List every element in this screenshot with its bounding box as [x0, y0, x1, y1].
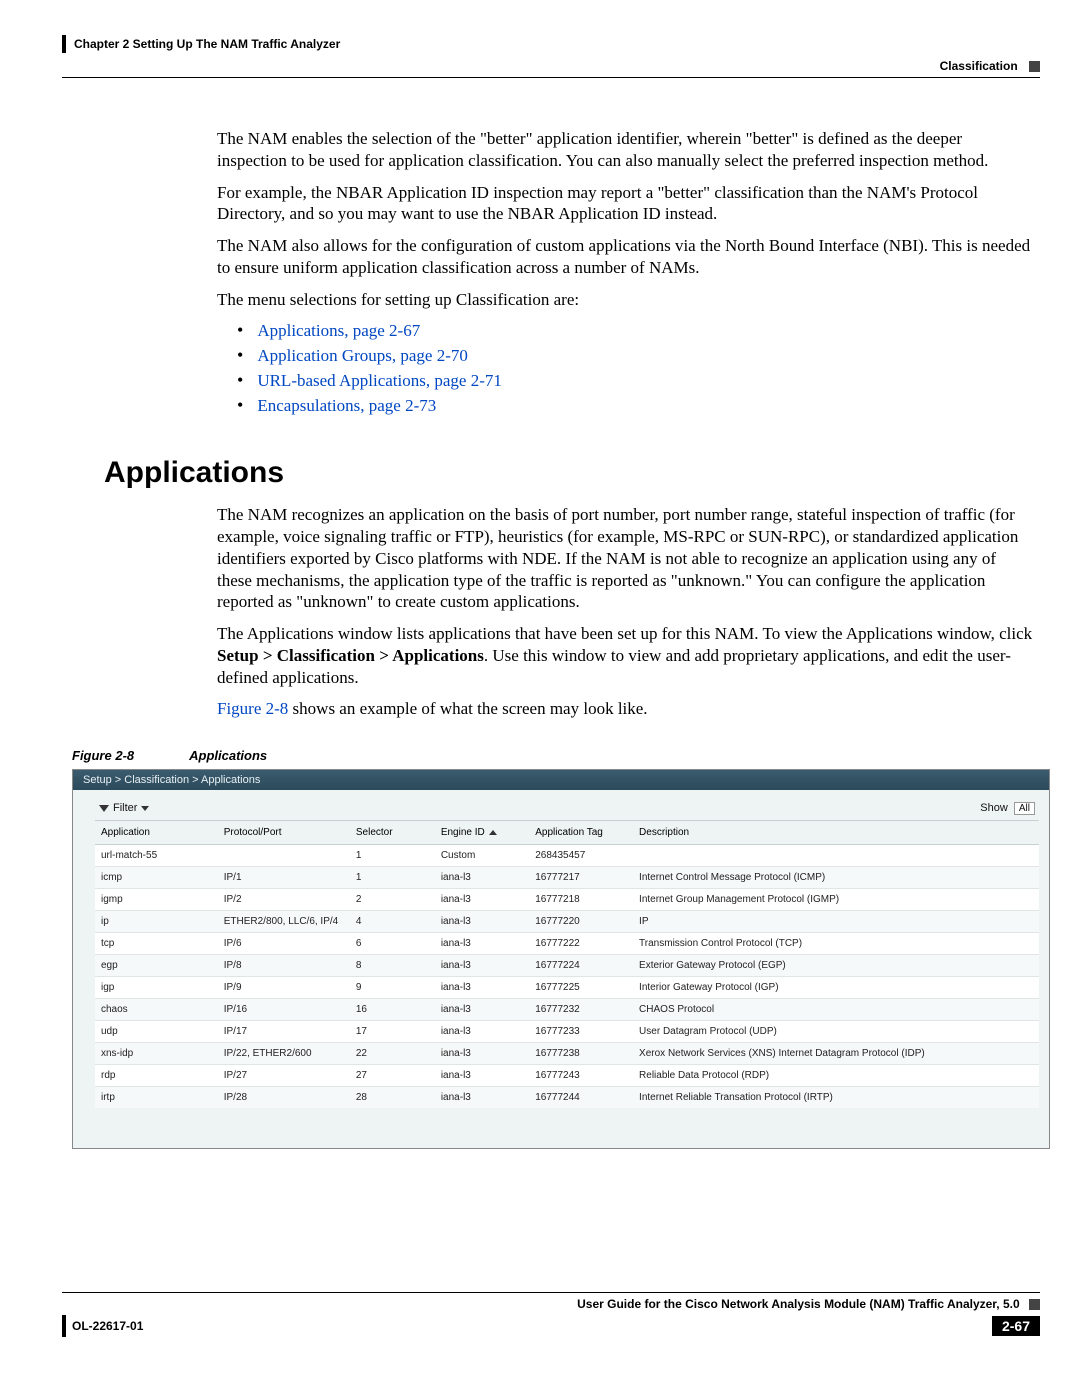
apps-p3: Figure 2-8 shows an example of what the …	[217, 698, 1035, 720]
applications-table: Application Protocol/Port Selector Engin…	[95, 821, 1039, 1108]
footer-left-bar	[62, 1315, 66, 1337]
header-chapter-line: Chapter 2 Setting Up The NAM Traffic Ana…	[62, 35, 1040, 53]
col-engine-id[interactable]: Engine ID	[435, 821, 529, 845]
links-list: Applications, page 2-67 Application Grou…	[237, 320, 1035, 416]
header-section-line: Classification	[62, 59, 1040, 73]
footer-rule	[62, 1292, 1040, 1293]
breadcrumb: Setup > Classification > Applications	[73, 770, 1049, 790]
link-url-based-applications[interactable]: URL-based Applications, page 2-71	[257, 371, 502, 390]
header-left-bar	[62, 35, 66, 53]
funnel-icon	[99, 805, 109, 812]
table-row[interactable]: irtpIP/2828iana-l316777244Internet Relia…	[95, 1087, 1039, 1109]
show-select[interactable]: All	[1014, 802, 1035, 815]
header-rule	[62, 77, 1040, 78]
apps-p2: The Applications window lists applicatio…	[217, 623, 1035, 688]
intro-p1: The NAM enables the selection of the "be…	[217, 128, 1035, 172]
footer-square-icon	[1029, 1299, 1040, 1310]
table-row[interactable]: ipETHER2/800, LLC/6, IP/44iana-l31677722…	[95, 911, 1039, 933]
table-row[interactable]: chaosIP/1616iana-l316777232CHAOS Protoco…	[95, 999, 1039, 1021]
apps-p1: The NAM recognizes an application on the…	[217, 504, 1035, 613]
table-row[interactable]: igmpIP/22iana-l316777218Internet Group M…	[95, 889, 1039, 911]
link-applications[interactable]: Applications, page 2-67	[257, 321, 420, 340]
link-encapsulations[interactable]: Encapsulations, page 2-73	[257, 396, 436, 415]
intro-p3: The NAM also allows for the configuratio…	[217, 235, 1035, 279]
applications-screenshot: Setup > Classification > Applications Fi…	[72, 769, 1050, 1149]
col-selector[interactable]: Selector	[350, 821, 435, 845]
filter-button[interactable]: Filter	[99, 802, 149, 814]
sort-asc-icon	[489, 830, 497, 835]
footer-guide-title: User Guide for the Cisco Network Analysi…	[577, 1297, 1020, 1311]
table-row[interactable]: rdpIP/2727iana-l316777243Reliable Data P…	[95, 1065, 1039, 1087]
heading-applications: Applications	[104, 456, 1040, 490]
header-section: Classification	[940, 59, 1018, 73]
table-row[interactable]: igpIP/99iana-l316777225Interior Gateway …	[95, 977, 1039, 999]
header-chapter: Chapter 2 Setting Up The NAM Traffic Ana…	[74, 37, 340, 51]
page-number: 2-67	[992, 1316, 1040, 1336]
chevron-down-icon	[141, 806, 149, 811]
link-application-groups[interactable]: Application Groups, page 2-70	[257, 346, 468, 365]
col-protocol-port[interactable]: Protocol/Port	[218, 821, 350, 845]
table-row[interactable]: egpIP/88iana-l316777224Exterior Gateway …	[95, 955, 1039, 977]
figure-ref[interactable]: Figure 2-8	[217, 699, 288, 718]
page-footer: User Guide for the Cisco Network Analysi…	[62, 1292, 1040, 1337]
header-square-icon	[1029, 61, 1040, 72]
col-application[interactable]: Application	[95, 821, 218, 845]
intro-p4: The menu selections for setting up Class…	[217, 289, 1035, 311]
intro-p2: For example, the NBAR Application ID ins…	[217, 182, 1035, 226]
table-row[interactable]: url-match-551Custom268435457	[95, 845, 1039, 867]
table-row[interactable]: tcpIP/66iana-l316777222Transmission Cont…	[95, 933, 1039, 955]
show-control: Show All	[980, 802, 1035, 814]
table-row[interactable]: xns-idpIP/22, ETHER2/60022iana-l31677723…	[95, 1043, 1039, 1065]
col-description[interactable]: Description	[633, 821, 1039, 845]
footer-doc-id: OL-22617-01	[72, 1319, 143, 1333]
col-application-tag[interactable]: Application Tag	[529, 821, 633, 845]
table-row[interactable]: icmpIP/11iana-l316777217Internet Control…	[95, 867, 1039, 889]
table-row[interactable]: udpIP/1717iana-l316777233User Datagram P…	[95, 1021, 1039, 1043]
figure-caption: Figure 2-8Applications	[72, 748, 1040, 763]
